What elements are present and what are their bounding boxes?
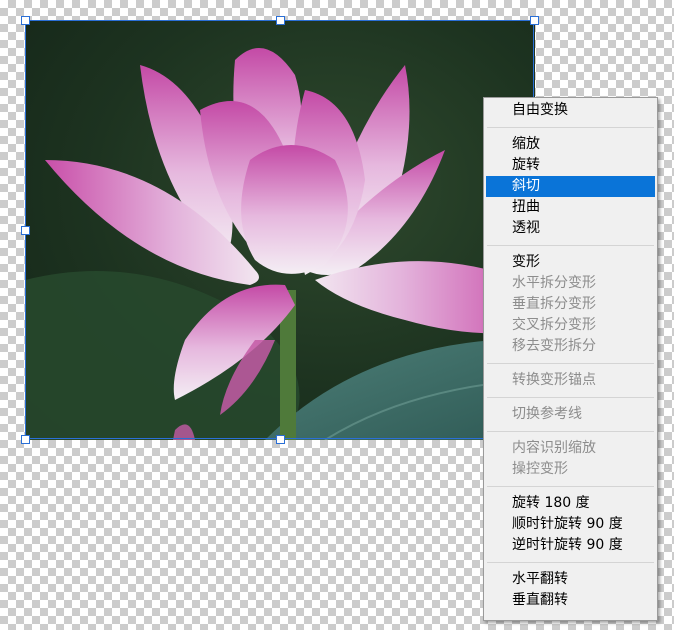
menu-item-distort[interactable]: 扭曲 — [486, 197, 655, 218]
menu-item-rotate-90-ccw[interactable]: 逆时针旋转 90 度 — [486, 535, 655, 556]
menu-separator — [487, 486, 654, 487]
lotus-photo[interactable] — [25, 20, 535, 440]
menu-item-convert-warp-anchor: 转换变形锚点 — [512, 372, 596, 388]
menu-separator — [487, 127, 654, 128]
menu-separator — [487, 431, 654, 432]
menu-item-puppet-warp: 操控变形 — [512, 461, 568, 477]
menu-separator — [487, 363, 654, 364]
menu-item-toggle-guides: 切换参考线 — [512, 406, 582, 422]
menu-item-warp[interactable]: 变形 — [486, 252, 655, 273]
menu-item-skew[interactable]: 斜切 — [486, 176, 655, 197]
menu-item-perspective[interactable]: 透视 — [486, 218, 655, 239]
menu-item-rotate-180[interactable]: 旋转 180 度 — [486, 493, 655, 514]
menu-separator — [487, 562, 654, 563]
menu-item-split-warp-vertical: 垂直拆分变形 — [512, 296, 596, 312]
menu-separator — [487, 397, 654, 398]
menu-item-flip-vertical[interactable]: 垂直翻转 — [486, 590, 655, 611]
lotus-image — [25, 48, 535, 440]
menu-item-rotate[interactable]: 旋转 — [486, 155, 655, 176]
menu-item-rotate-90-cw[interactable]: 顺时针旋转 90 度 — [486, 514, 655, 535]
handle-top-middle[interactable] — [276, 16, 285, 25]
handle-bottom-left[interactable] — [21, 435, 30, 444]
menu-item-free-transform[interactable]: 自由变换 — [486, 100, 655, 121]
handle-bottom-middle[interactable] — [276, 435, 285, 444]
handle-top-left[interactable] — [21, 16, 30, 25]
context-menu: 自由变换 缩放 旋转 斜切 扭曲 透视 变形 水平拆分变形 垂直拆分变形 交叉拆… — [483, 97, 658, 621]
menu-item-scale[interactable]: 缩放 — [486, 134, 655, 155]
menu-item-split-warp-horizontal: 水平拆分变形 — [512, 275, 596, 291]
menu-item-flip-horizontal[interactable]: 水平翻转 — [486, 569, 655, 590]
handle-top-right[interactable] — [530, 16, 539, 25]
menu-item-content-aware-scale: 内容识别缩放 — [512, 440, 596, 456]
menu-separator — [487, 245, 654, 246]
handle-middle-left[interactable] — [21, 226, 30, 235]
menu-item-remove-warp-split: 移去变形拆分 — [512, 338, 596, 354]
menu-item-split-warp-cross: 交叉拆分变形 — [512, 317, 596, 333]
